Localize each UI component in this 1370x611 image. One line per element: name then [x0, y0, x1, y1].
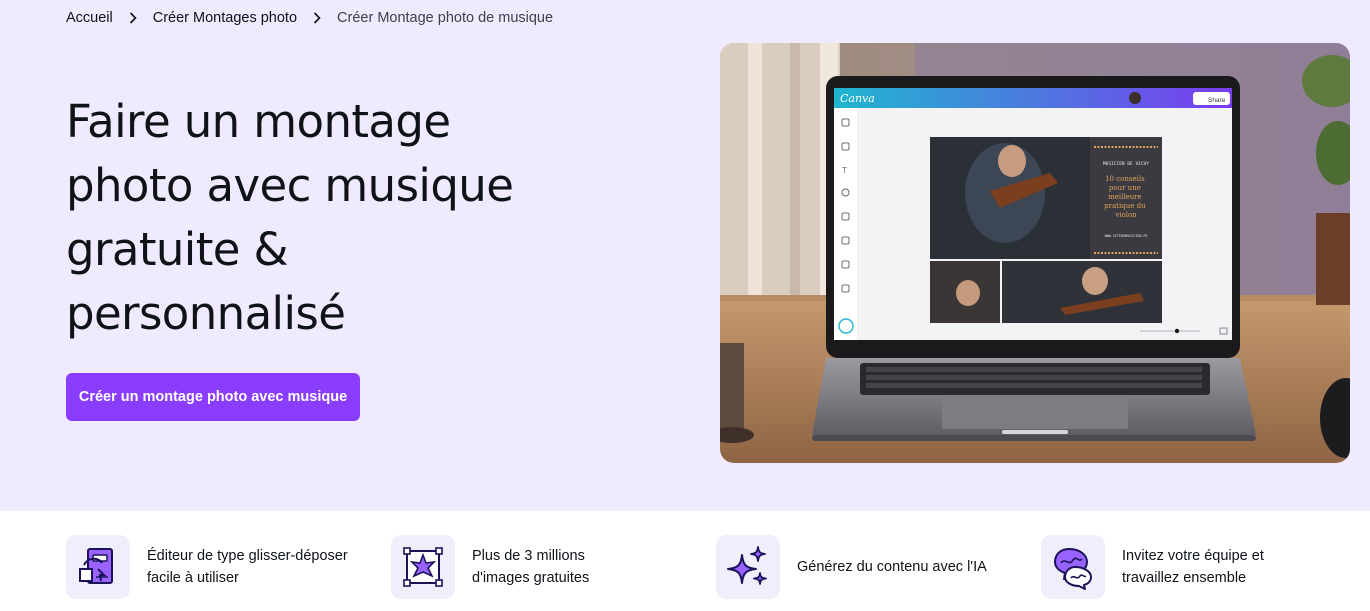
- feature-text: Plus de 3 millions d'images gratuites: [472, 545, 589, 589]
- poster-headline-line: violon: [1114, 211, 1137, 219]
- team-chat-icon: [1041, 535, 1105, 599]
- page-title: Faire un montage photo avec musique grat…: [66, 90, 626, 346]
- feature-item-images: Plus de 3 millions d'images gratuites: [391, 535, 589, 599]
- feature-line: Invitez votre équipe et: [1122, 548, 1264, 564]
- poster-headline-line: 10 conseils: [1105, 175, 1145, 183]
- feature-line: Générez du contenu avec l'IA: [797, 559, 987, 575]
- breadcrumb: Accueil Créer Montages photo Créer Monta…: [66, 10, 553, 26]
- laptop-mockup-illustration: Canva Share T MUSICIEN DE VICHY 10 conse…: [720, 43, 1350, 463]
- feature-item-team: Invitez votre équipe et travaillez ensem…: [1041, 535, 1264, 599]
- page-title-line: photo avec musique: [66, 159, 514, 212]
- poster-headline-line: pratique du: [1104, 202, 1146, 210]
- page-title-line: gratuite &: [66, 223, 289, 276]
- ai-sparkles-icon: [716, 535, 780, 599]
- feature-text: Générez du contenu avec l'IA: [797, 556, 987, 578]
- chevron-right-icon: [113, 12, 153, 24]
- feature-line: Plus de 3 millions: [472, 548, 585, 564]
- feature-line: Éditeur de type glisser-déposer: [147, 548, 348, 564]
- canva-logo: Canva: [840, 92, 875, 105]
- poster-kicker: MUSICIEN DE VICHY: [1103, 161, 1149, 167]
- hero-image: Canva Share T MUSICIEN DE VICHY 10 conse…: [720, 43, 1350, 463]
- feature-line: facile à utiliser: [147, 570, 239, 586]
- image-library-icon: [391, 535, 455, 599]
- feature-line: travaillez ensemble: [1122, 570, 1247, 586]
- share-button: Share: [1208, 97, 1226, 104]
- feature-item-drag-drop: Éditeur de type glisser-déposer facile à…: [66, 535, 348, 599]
- breadcrumb-link-home[interactable]: Accueil: [66, 10, 113, 26]
- breadcrumb-link-photo-montages[interactable]: Créer Montages photo: [153, 10, 297, 26]
- svg-text:T: T: [842, 166, 847, 175]
- create-montage-button[interactable]: Créer un montage photo avec musique: [66, 373, 360, 421]
- breadcrumb-current: Créer Montage photo de musique: [337, 10, 554, 26]
- feature-text: Éditeur de type glisser-déposer facile à…: [147, 545, 348, 589]
- poster-website: WWW.SITEDUMUSICIEN.FR: [1105, 234, 1149, 238]
- poster-headline-line: meilleure: [1108, 193, 1142, 201]
- hero-section: Accueil Créer Montages photo Créer Monta…: [0, 0, 1370, 511]
- drag-drop-editor-icon: [66, 535, 130, 599]
- page-title-line: Faire un montage: [66, 95, 451, 148]
- feature-item-ai: Générez du contenu avec l'IA: [716, 535, 987, 599]
- chevron-right-icon: [297, 12, 337, 24]
- feature-line: d'images gratuites: [472, 570, 590, 586]
- poster-headline-line: pour une: [1109, 184, 1141, 192]
- page-title-line: personnalisé: [66, 287, 346, 340]
- feature-list: Éditeur de type glisser-déposer facile à…: [0, 511, 1370, 611]
- feature-text: Invitez votre équipe et travaillez ensem…: [1122, 545, 1264, 589]
